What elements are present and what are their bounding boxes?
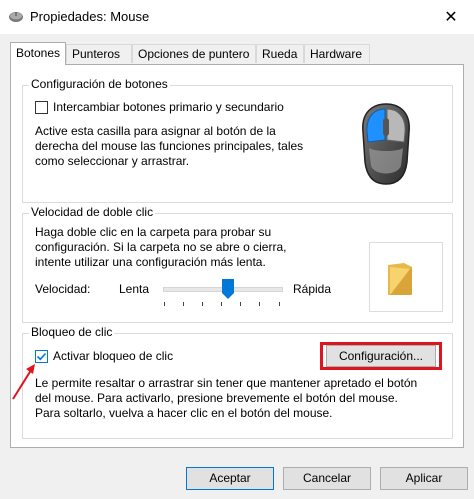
title-bar: Propiedades: Mouse ✕ [0,0,474,34]
button-config-title: Configuración de botones [29,77,170,91]
button-config-description-line-1: Active esta casilla para asignar al botó… [35,124,276,138]
ok-button[interactable]: Aceptar [186,467,274,490]
slider-tick [240,302,241,306]
tab-panel-botones: Configuración de botones Intercambiar bo… [10,64,464,448]
double-click-description-line-2: configuración. Si la carpeta no se abre … [35,240,287,254]
close-icon: ✕ [444,9,458,26]
click-lock-title: Bloqueo de clic [29,325,115,339]
mouse-app-icon [8,9,24,28]
slow-label: Lenta [119,282,150,296]
slider-tick [259,302,260,306]
slider-tick [279,302,280,306]
test-folder-area[interactable] [369,242,443,312]
apply-button[interactable]: Aplicar [380,467,468,490]
double-click-group: Velocidad de doble clic Haga doble clic … [22,205,453,323]
double-click-description-line-1: Haga doble clic en la carpeta para proba… [35,225,272,239]
annotation-arrow-icon [11,361,39,404]
click-lock-description-line-1: Le permite resaltar o arrastrar sin tene… [35,376,418,390]
click-lock-label[interactable]: Activar bloqueo de clic [53,349,173,364]
folder-icon[interactable] [386,261,416,300]
swap-buttons-checkbox[interactable] [35,101,48,114]
slider-tick [183,302,184,306]
speed-label: Velocidad: [35,282,91,296]
click-lock-group: Bloqueo de clic Activar bloqueo de clic … [22,325,453,439]
double-click-description-line-3: intente utilizar una configuración más l… [35,255,266,269]
click-lock-description-line-3: Para soltarlo, vuelva a hacer clic en el… [35,406,333,420]
tab-hardware[interactable]: Hardware [304,44,370,63]
button-config-group: Configuración de botones Intercambiar bo… [22,77,453,203]
swap-buttons-label[interactable]: Intercambiar botones primario y secundar… [53,100,284,115]
slider-tick [221,302,222,306]
button-config-description-line-3: como seleccionar y arrastrar. [35,154,190,168]
close-button[interactable]: ✕ [428,0,474,34]
slider-tick [164,302,165,306]
fast-label: Rápida [293,282,332,296]
slider-thumb[interactable] [222,279,234,302]
tab-botones[interactable]: Botones [10,42,66,65]
button-config-description-line-2: derecha del mouse las funciones principa… [35,139,304,153]
window-title: Propiedades: Mouse [30,9,150,24]
slider-tick [202,302,203,306]
tab-rueda[interactable]: Rueda [256,44,304,63]
click-lock-description-line-2: del mouse. Para activarlo, presione brev… [35,391,398,405]
tab-punteros[interactable]: Punteros [66,44,132,63]
click-lock-settings-button[interactable]: Configuración... [326,345,436,367]
double-click-speed-slider[interactable] [163,276,283,306]
tab-opciones-de-puntero[interactable]: Opciones de puntero [132,44,256,63]
mouse-icon [357,102,415,189]
double-click-title: Velocidad de doble clic [29,205,156,219]
cancel-button[interactable]: Cancelar [283,467,371,490]
